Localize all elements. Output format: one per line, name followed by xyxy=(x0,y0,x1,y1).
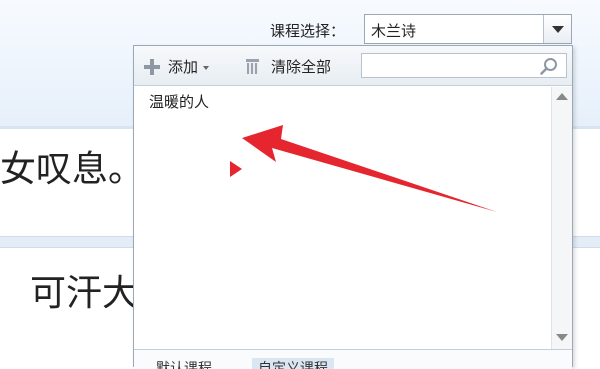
document-text-line: 女叹息。 xyxy=(0,149,145,190)
add-button[interactable]: 添加 xyxy=(144,56,210,77)
scroll-down-arrow-icon[interactable] xyxy=(556,334,568,341)
marker-icon xyxy=(230,161,242,177)
tab-custom-courses[interactable]: 自定义课程 xyxy=(252,358,334,369)
clear-all-button[interactable]: 清除全部 xyxy=(246,56,331,77)
add-button-label: 添加 xyxy=(168,58,199,76)
course-dropdown-panel: 添加 清除全部 温暖的人 默认课程 自定义课程 xyxy=(133,45,573,369)
plus-icon xyxy=(144,58,160,75)
clear-all-button-label: 清除全部 xyxy=(271,58,332,76)
search-icon[interactable] xyxy=(540,57,558,75)
tab-default-courses[interactable]: 默认课程 xyxy=(156,358,212,369)
scroll-up-arrow-icon[interactable] xyxy=(556,93,568,100)
chevron-down-icon xyxy=(551,25,564,33)
course-list: 温暖的人 xyxy=(134,87,551,349)
course-select-label: 课程选择： xyxy=(270,22,346,40)
course-select-dropdown-button[interactable] xyxy=(543,15,571,43)
list-item[interactable]: 温暖的人 xyxy=(149,91,209,112)
course-tabs: 默认课程 自定义课程 xyxy=(134,349,572,369)
course-select[interactable]: 木兰诗 xyxy=(364,14,572,44)
scrollbar[interactable] xyxy=(551,87,572,349)
course-select-value: 木兰诗 xyxy=(371,22,417,40)
trash-icon xyxy=(246,59,259,74)
document-text-line: 可汗大 xyxy=(30,273,139,314)
caret-icon xyxy=(203,65,210,70)
search-input[interactable] xyxy=(361,53,567,78)
dropdown-toolbar: 添加 清除全部 xyxy=(134,46,572,86)
